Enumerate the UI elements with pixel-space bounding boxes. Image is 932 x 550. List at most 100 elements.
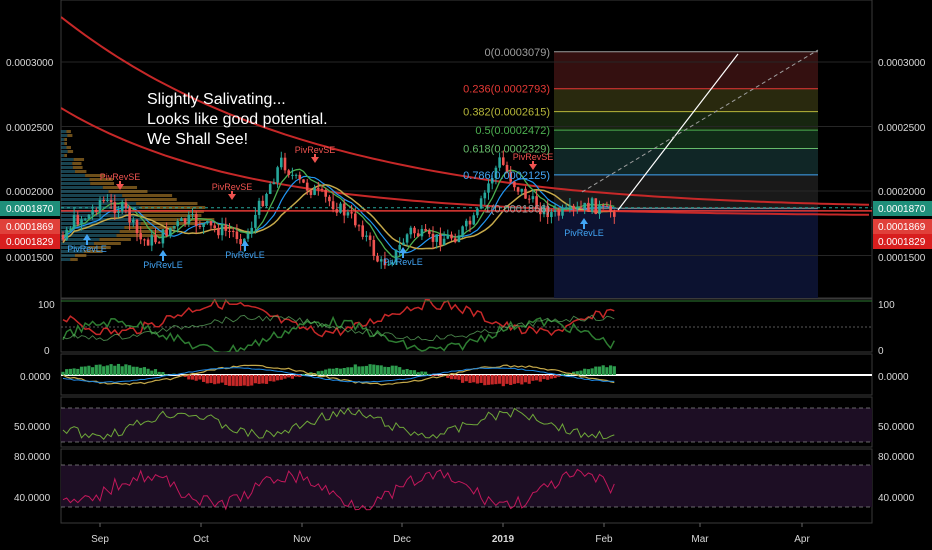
- macd-histogram-bar: [601, 365, 605, 375]
- candle-body: [176, 221, 179, 227]
- volume-bar: [67, 134, 73, 137]
- macd-histogram-bar: [523, 375, 528, 383]
- stoch-ytick-right-40: 40.0000: [878, 493, 915, 504]
- volume-bar: [61, 174, 86, 177]
- candle-body: [106, 200, 109, 202]
- candle-body: [350, 212, 353, 214]
- time-label: Nov: [293, 534, 311, 545]
- candle-body: [250, 227, 253, 234]
- macd-histogram-bar: [520, 375, 524, 385]
- volume-bar: [61, 254, 75, 257]
- macd-histogram-bar: [612, 366, 616, 375]
- candle-body: [502, 157, 505, 165]
- macd-histogram-bar: [579, 370, 583, 375]
- macd-histogram-bar: [79, 366, 84, 375]
- time-label: Dec: [393, 534, 411, 545]
- candle-body: [524, 188, 527, 199]
- stoch-ytick-left-80: 80.0000: [14, 452, 51, 463]
- dmi-minus-line: [62, 299, 615, 338]
- candle-body: [95, 209, 98, 212]
- candle-body: [550, 211, 553, 218]
- time-axis: Sep Oct Nov Dec 2019 Feb Mar Apr: [91, 523, 810, 545]
- candle-body: [450, 234, 453, 239]
- candle-body: [87, 214, 91, 219]
- volume-bar: [61, 178, 90, 181]
- candle-body: [398, 245, 401, 250]
- macd-histogram-bar: [250, 375, 254, 386]
- macd-histogram-bar: [131, 366, 135, 375]
- candle-body: [468, 220, 472, 225]
- macd-histogram-bar: [264, 375, 269, 384]
- macd-histogram-bar: [253, 375, 257, 384]
- badge-left-low: 0.0001829: [6, 237, 54, 248]
- signal-label-short: PivRevSE: [212, 182, 253, 192]
- macd-histogram-bar: [268, 375, 272, 382]
- macd-histogram-bar: [128, 365, 132, 375]
- candle-body: [206, 221, 209, 224]
- macd-histogram-bar: [327, 368, 331, 375]
- macd-histogram-bar: [235, 375, 239, 387]
- dmi-panel[interactable]: 100 0 100 0: [38, 299, 895, 357]
- macd-histogram-bar: [542, 375, 546, 380]
- macd-histogram-bar: [161, 371, 165, 375]
- macd-histogram-bar: [116, 363, 121, 375]
- ytick-right-1: 0.0003000: [878, 58, 926, 69]
- volume-bar: [61, 146, 67, 149]
- macd-histogram-bar: [202, 375, 206, 382]
- macd-histogram-bar: [198, 375, 202, 380]
- macd-histogram-bar: [83, 366, 87, 375]
- volume-bar: [61, 134, 68, 137]
- candle-body: [605, 205, 609, 207]
- candle-body: [442, 238, 446, 246]
- macd-histogram-bar: [98, 364, 102, 375]
- candle-body: [169, 227, 172, 237]
- candle-body: [139, 233, 142, 240]
- macd-histogram-bar: [261, 375, 265, 384]
- candle-body: [317, 187, 320, 189]
- candle-body: [265, 193, 268, 207]
- volume-bar: [72, 162, 82, 165]
- ytick-left-3: 0.0002000: [6, 187, 54, 198]
- macd-histogram-bar: [457, 375, 461, 380]
- macd-histogram-bar: [590, 368, 594, 375]
- macd-histogram-bar: [431, 375, 435, 376]
- fib-label: 0(0.0003079): [485, 47, 550, 59]
- macd-histogram-bar: [150, 370, 154, 375]
- macd-histogram-bar: [205, 375, 209, 384]
- candle-body: [561, 208, 564, 216]
- candle-body: [309, 190, 313, 195]
- candle-body: [376, 256, 379, 262]
- time-label: Apr: [794, 534, 810, 545]
- ytick-right-4: 0.0001500: [878, 253, 926, 264]
- candle-body: [487, 183, 490, 193]
- price-panel[interactable]: PivRevSEPivRevSEPivRevSEPivRevSEPivRevLE…: [61, 16, 872, 298]
- macd-histogram-bar: [153, 369, 158, 375]
- stoch-band: [61, 465, 872, 507]
- ytick-left-2: 0.0002500: [6, 123, 54, 134]
- candle-body: [302, 179, 305, 183]
- volume-bar: [74, 254, 87, 257]
- candle-body: [424, 228, 427, 231]
- dmi-ytick-left-100: 100: [38, 300, 55, 311]
- macd-histogram-bar: [605, 367, 609, 375]
- macd-panel[interactable]: 0.0000 0.0000: [20, 363, 909, 387]
- candle-body: [516, 187, 520, 192]
- candle-body: [557, 210, 561, 216]
- volume-bar: [67, 150, 74, 153]
- macd-histogram-bar: [387, 367, 391, 375]
- macd-histogram-bar: [494, 375, 498, 385]
- candle-body: [579, 207, 583, 209]
- candle-body: [498, 157, 501, 168]
- candle-body: [146, 239, 150, 246]
- signal-arrow-up: [159, 250, 167, 256]
- candle-body: [294, 174, 298, 176]
- macd-histogram-bar: [424, 371, 428, 375]
- volume-bar: [64, 154, 67, 157]
- volume-bar: [90, 182, 115, 185]
- volume-bar: [73, 158, 85, 161]
- chart-canvas[interactable]: PivRevSEPivRevSEPivRevSEPivRevSEPivRevLE…: [0, 0, 932, 550]
- fib-label: 0.382(0.0002615): [463, 107, 550, 119]
- macd-histogram-bar: [368, 364, 372, 375]
- signal-label-long: PivRevLE: [67, 244, 107, 254]
- candle-body: [231, 230, 235, 232]
